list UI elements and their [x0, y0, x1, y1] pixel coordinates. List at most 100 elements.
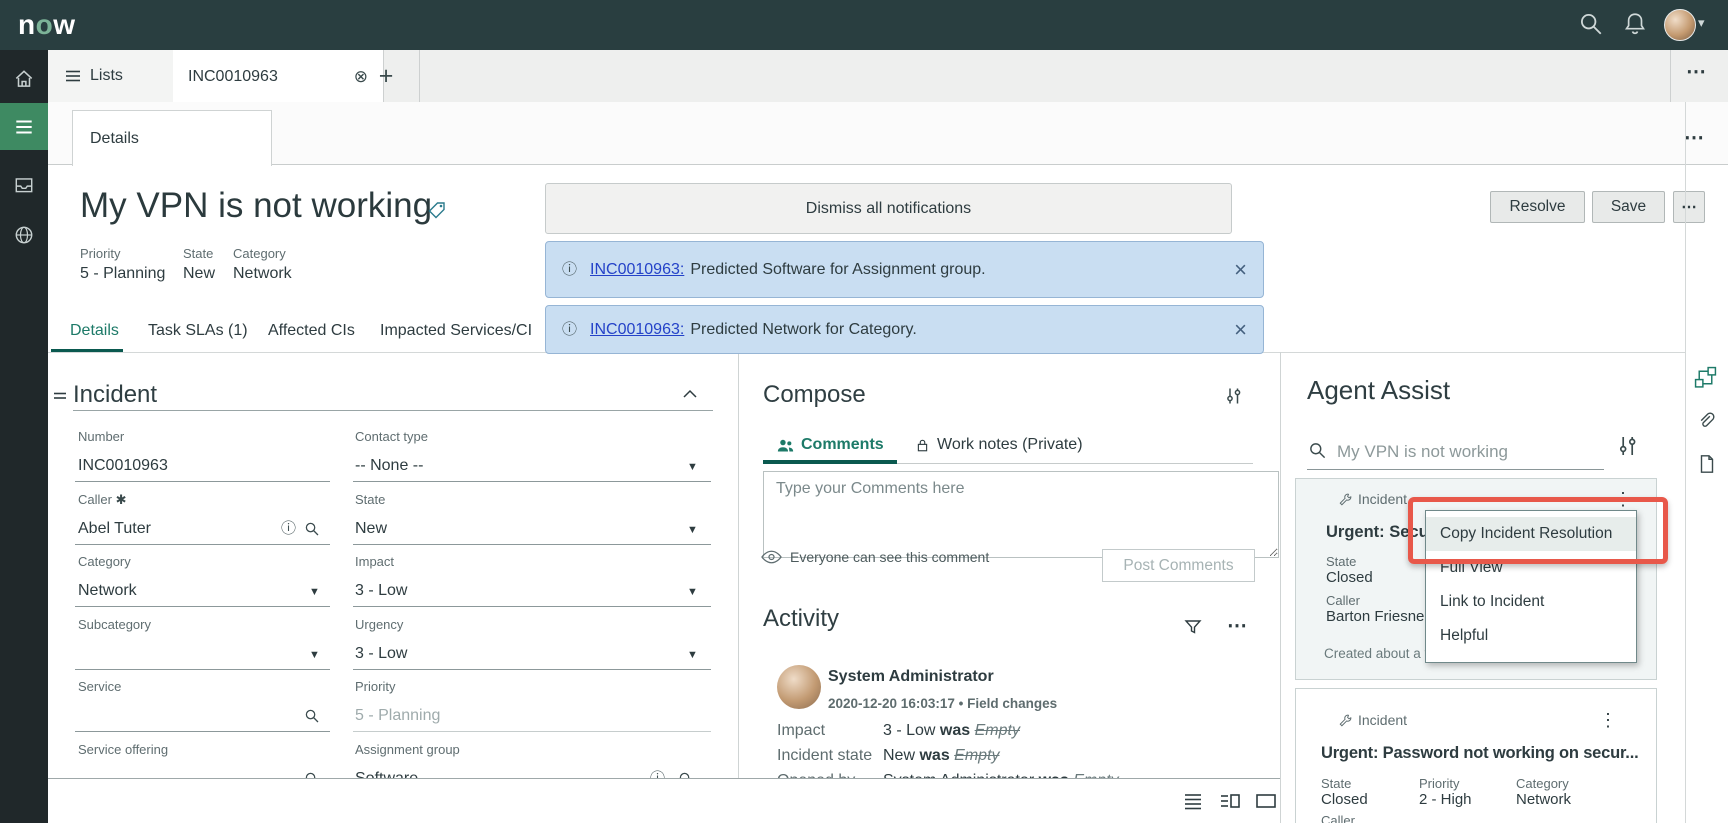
tag-icon[interactable]: [427, 200, 447, 220]
caller-info-icon[interactable]: ⓘ: [281, 521, 296, 536]
field-category-value[interactable]: Network: [78, 582, 137, 600]
field-service-label: Service: [78, 679, 121, 694]
card-state-value: Closed: [1326, 569, 1373, 586]
card-kebab-menu-icon[interactable]: ⋮: [1614, 490, 1632, 508]
field-contact-type-label: Contact type: [355, 429, 428, 444]
agent-assist-title: Agent Assist: [1307, 375, 1450, 406]
search-icon[interactable]: [1578, 11, 1604, 37]
agent-assist-search-line: [1307, 469, 1604, 470]
servicenow-workspace: now ▾ Lists INC0010963 ⊗ + ⋯: [0, 0, 1728, 823]
comments-input[interactable]: [763, 471, 1279, 558]
field-impact-value[interactable]: 3 - Low: [355, 582, 407, 600]
field-caller-value[interactable]: Abel Tuter: [78, 520, 151, 538]
notification-close-icon[interactable]: ×: [1234, 260, 1247, 280]
avatar-caret-icon[interactable]: ▾: [1698, 15, 1705, 31]
subtab-details[interactable]: Details: [72, 110, 272, 166]
field-state-value[interactable]: New: [355, 520, 387, 538]
flow-designer-icon[interactable]: [1694, 366, 1717, 389]
record-tab-affected-cis[interactable]: Affected CIs: [268, 322, 355, 340]
info-icon: ⓘ: [562, 262, 577, 277]
record-tab-impacted-services[interactable]: Impacted Services/CI: [380, 322, 532, 340]
full-view-icon[interactable]: [1254, 789, 1280, 813]
activity-entry-meta: 2020-12-20 16:03:17 • Field changes: [828, 696, 1057, 711]
field-contact-type-value[interactable]: -- None --: [355, 457, 423, 475]
compose-settings-sliders-icon[interactable]: [1224, 386, 1244, 406]
contact-type-dropdown-icon[interactable]: ▼: [687, 461, 698, 473]
incident-section-title: Incident: [73, 381, 157, 409]
tab-work-notes[interactable]: Work notes (Private): [915, 436, 1083, 454]
menu-item-full-view[interactable]: Full View: [1426, 551, 1636, 585]
record-tab-details[interactable]: Details: [70, 322, 119, 340]
save-button[interactable]: Save: [1592, 191, 1665, 223]
paperclip-attachment-icon[interactable]: [1696, 410, 1716, 432]
category-dropdown-icon[interactable]: ▼: [309, 586, 320, 598]
nav-globe-icon[interactable]: [0, 218, 48, 252]
card-priority-label: Priority: [1419, 776, 1459, 791]
new-tab-button[interactable]: +: [353, 50, 420, 102]
notifications-bell-icon[interactable]: [1622, 11, 1648, 37]
notification-record-link[interactable]: INC0010963:: [590, 321, 684, 339]
required-icon: ✱: [116, 492, 127, 507]
field-subcategory-label: Subcategory: [78, 617, 151, 632]
compose-assist-divider: [1280, 352, 1281, 823]
activity-more-button[interactable]: ⋯: [1227, 616, 1247, 636]
card-kebab-menu-icon[interactable]: ⋮: [1599, 711, 1617, 729]
notification-record-link[interactable]: INC0010963:: [590, 261, 684, 279]
field-category-label: Category: [78, 554, 131, 569]
subtab-more-button[interactable]: ⋯: [1684, 128, 1704, 148]
caller-search-icon[interactable]: [304, 521, 320, 537]
card-state-label: State: [1326, 554, 1356, 569]
info-icon: ⓘ: [562, 322, 577, 337]
section-collapse-chevron-icon[interactable]: [682, 389, 698, 399]
nav-inbox-icon[interactable]: [0, 168, 48, 202]
record-tab-task-slas[interactable]: Task SLAs (1): [148, 322, 248, 340]
agent-assist-search-input[interactable]: [1335, 438, 1604, 466]
impact-dropdown-icon[interactable]: ▼: [687, 586, 698, 598]
nav-lists-icon[interactable]: [0, 103, 48, 150]
list-view-icon[interactable]: [1181, 789, 1207, 813]
nav-home-icon[interactable]: [0, 62, 48, 96]
summary-priority-value: 5 - Planning: [80, 265, 165, 283]
card-category-value: Network: [1516, 791, 1571, 808]
field-number-value[interactable]: INC0010963: [78, 457, 168, 475]
dot-separator: •: [959, 696, 964, 711]
tab-lists[interactable]: Lists: [48, 50, 191, 102]
service-search-icon[interactable]: [304, 708, 320, 724]
resolve-button[interactable]: Resolve: [1490, 191, 1585, 223]
notification-message: Predicted Network for Category.: [690, 321, 916, 339]
urgency-dropdown-icon[interactable]: ▼: [687, 649, 698, 661]
menu-item-helpful[interactable]: Helpful: [1426, 619, 1636, 653]
user-avatar[interactable]: [1664, 9, 1696, 41]
split-view-icon[interactable]: [1218, 789, 1244, 813]
activity-filter-funnel-icon[interactable]: [1183, 617, 1203, 637]
document-icon[interactable]: [1697, 453, 1717, 475]
bottom-toolbar: [48, 778, 1280, 823]
menu-item-link-to-incident[interactable]: Link to Incident: [1426, 585, 1636, 619]
field-service-offering-label: Service offering: [78, 742, 168, 757]
subcategory-dropdown-icon[interactable]: ▼: [309, 649, 320, 661]
dismiss-all-notifications-button[interactable]: Dismiss all notifications: [545, 183, 1232, 234]
state-dropdown-icon[interactable]: ▼: [687, 524, 698, 536]
notification-banner: ⓘ INC0010963: Predicted Network for Cate…: [545, 305, 1264, 354]
field-priority-label: Priority: [355, 679, 395, 694]
tab-comments[interactable]: Comments: [777, 436, 884, 454]
tab-comments-label: Comments: [801, 436, 884, 454]
summary-state-value: New: [183, 265, 215, 283]
post-comments-button[interactable]: Post Comments: [1102, 549, 1255, 582]
left-nav-rail: [0, 50, 48, 823]
agent-assist-result-card[interactable]: Incident ⋮ Urgent: Password not working …: [1295, 688, 1657, 823]
card-type-label: Incident: [1358, 491, 1407, 507]
notification-close-icon[interactable]: ×: [1234, 320, 1247, 340]
right-strip-divider: [1685, 102, 1686, 823]
wrench-incident-icon: [1338, 713, 1353, 728]
subtab-details-label: Details: [90, 130, 139, 148]
tabbar-more-button[interactable]: ⋯: [1686, 62, 1706, 82]
field-urgency-value[interactable]: 3 - Low: [355, 645, 407, 663]
record-more-button[interactable]: ⋯: [1673, 191, 1705, 223]
card-state-label: State: [1321, 776, 1351, 791]
agent-assist-filter-sliders-icon[interactable]: [1616, 434, 1640, 458]
agent-assist-search-icon[interactable]: [1308, 441, 1327, 460]
card-type-label: Incident: [1358, 712, 1407, 728]
card-caller-label: Caller: [1321, 813, 1355, 823]
menu-item-copy-incident-resolution[interactable]: Copy Incident Resolution: [1426, 517, 1636, 551]
